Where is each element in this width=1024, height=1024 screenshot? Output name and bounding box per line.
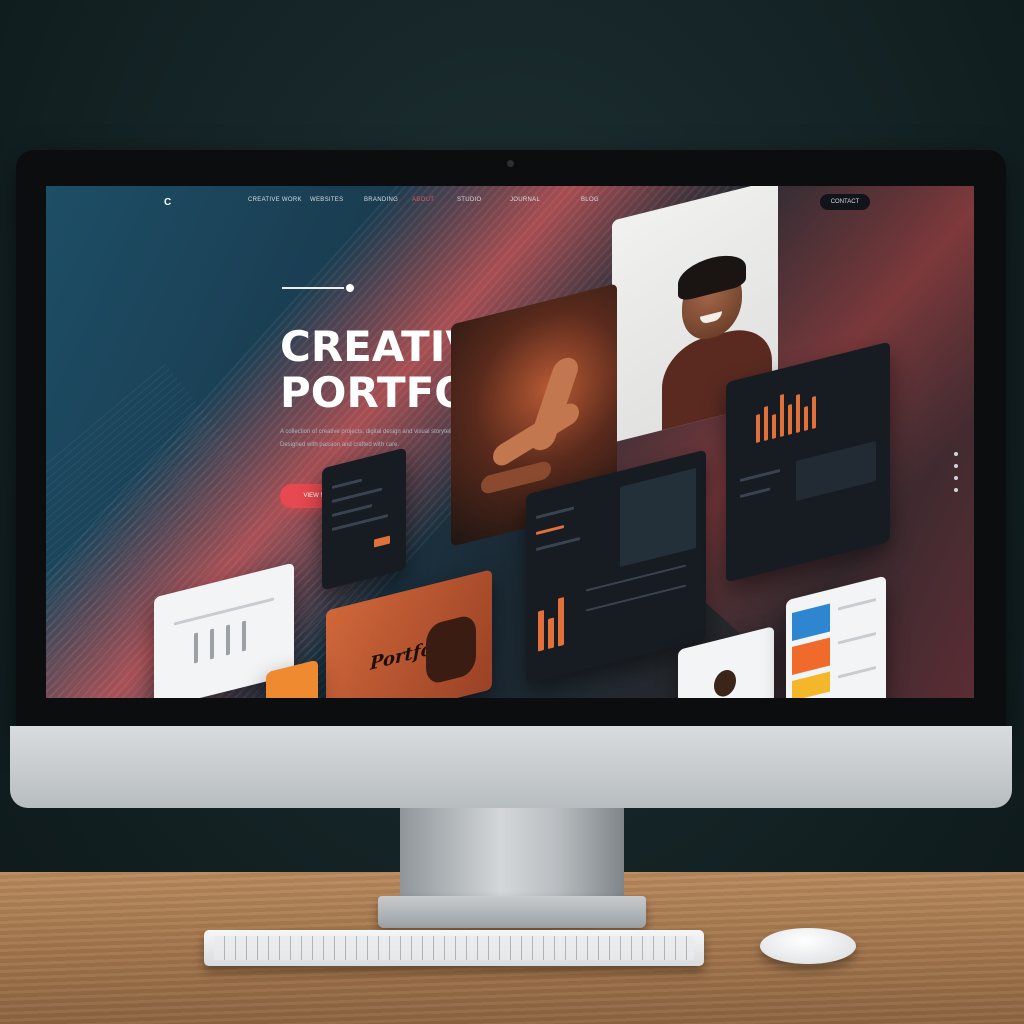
keyboard-keys — [214, 936, 694, 960]
avatar — [714, 667, 736, 698]
card-column — [242, 620, 246, 652]
card-line — [536, 536, 580, 551]
scroll-dot[interactable] — [954, 452, 958, 456]
hero-accent-line — [282, 287, 344, 289]
card-line — [332, 487, 382, 503]
chart-bar — [772, 413, 776, 439]
nav-link-journal[interactable]: JOURNAL — [510, 197, 540, 203]
website-screen: C CREATIVE WORK WEBSITES BRANDING ABOUT … — [46, 186, 974, 698]
chart-bar — [538, 609, 544, 652]
site-logo[interactable]: C — [164, 197, 171, 208]
chart-bar — [780, 393, 784, 437]
card-line — [838, 632, 876, 645]
card-line-accent — [536, 524, 564, 535]
keyboard — [204, 930, 704, 966]
mini-dashboard-card[interactable] — [322, 447, 406, 591]
scroll-indicator[interactable] — [954, 452, 960, 500]
card-line — [740, 487, 770, 498]
chart-bar — [756, 413, 760, 443]
card-column — [226, 624, 230, 656]
nav-link-creative-work[interactable]: CREATIVE WORK — [248, 197, 302, 203]
card-line — [838, 598, 876, 611]
scroll-dot[interactable] — [954, 476, 958, 480]
nav-link-blog[interactable]: BLOG — [581, 197, 599, 203]
blue-block — [792, 603, 830, 641]
chart-bar — [788, 403, 792, 435]
mouse — [760, 928, 856, 964]
chart-bar — [548, 617, 554, 649]
nav-link-websites[interactable]: WEBSITES — [310, 197, 343, 203]
card-line — [740, 468, 780, 482]
orange-block — [792, 637, 830, 675]
card-line — [332, 504, 372, 517]
card-panel — [620, 468, 696, 568]
nav-link-about[interactable]: ABOUT — [412, 197, 434, 203]
card-line — [536, 506, 574, 519]
camera-icon — [507, 160, 514, 167]
photo-detail — [489, 399, 583, 470]
chart-bar — [764, 405, 768, 441]
scroll-dot[interactable] — [954, 464, 958, 468]
hero-accent-dot — [346, 284, 354, 292]
card-line — [174, 597, 274, 626]
chart-bar — [796, 393, 800, 433]
card-column — [210, 628, 214, 660]
scroll-dot[interactable] — [954, 488, 958, 492]
card-line — [332, 478, 362, 489]
yellow-block — [792, 671, 830, 698]
card-panel — [796, 441, 876, 501]
card-orange-block — [374, 535, 390, 548]
card-line — [332, 514, 388, 531]
card-line — [586, 584, 686, 612]
contact-button[interactable]: CONTACT — [820, 194, 870, 210]
chart-bar — [558, 596, 564, 647]
monitor-stand-base — [378, 896, 646, 928]
chart-bar — [812, 396, 816, 430]
card-line — [838, 666, 876, 679]
nav-link-branding[interactable]: BRANDING — [364, 197, 398, 203]
card-column — [194, 632, 198, 664]
monitor-stand — [400, 800, 624, 900]
chart-dashboard-card[interactable] — [726, 341, 890, 583]
monitor-chin — [10, 726, 1012, 808]
card-image — [426, 613, 476, 686]
chart-bar — [804, 406, 808, 431]
nav-link-studio[interactable]: STUDIO — [457, 197, 481, 203]
